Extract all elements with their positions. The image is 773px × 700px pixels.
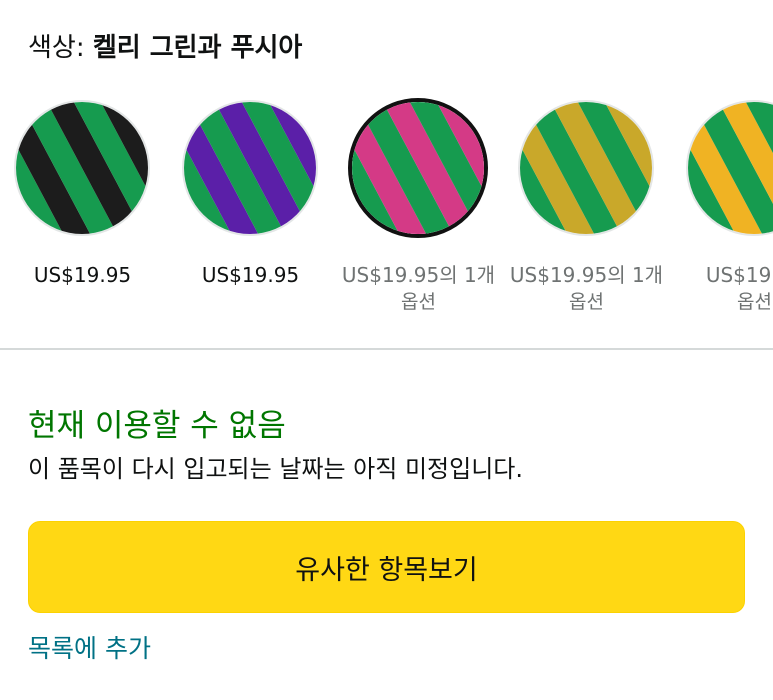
swatch-option-count: 옵션	[401, 291, 436, 313]
swatch-option-count: 옵션	[569, 291, 604, 313]
section-divider	[0, 348, 773, 350]
striped-tie-image	[688, 102, 773, 234]
availability-status: 현재 이용할 수 없음	[28, 408, 286, 444]
swatch-price: US$19.95의 1개	[509, 263, 664, 287]
view-similar-items-button[interactable]: 유사한 항목보기	[28, 521, 745, 613]
swatch-price: US$19.95의 1개	[341, 263, 496, 287]
add-to-list-link[interactable]: 목록에 추가	[28, 630, 151, 668]
striped-tie-image	[184, 102, 316, 234]
color-swatch-kelly-green-purple[interactable]: US$19.95	[168, 95, 333, 320]
swatch-price: US$19.95	[201, 263, 300, 287]
color-swatch-carousel[interactable]: US$19.95 US$19.95 US$19.95의 1개 옵션 US$19.95의 …	[0, 95, 773, 325]
striped-tie-image	[352, 102, 484, 234]
color-label: 색상:	[28, 33, 85, 63]
striped-tie-image	[520, 102, 652, 234]
swatch-image	[182, 100, 318, 236]
swatch-price: US$19.95	[705, 263, 773, 287]
color-swatch-kelly-green-black[interactable]: US$19.95	[0, 95, 165, 320]
color-swatch-kelly-green-fuchsia[interactable]: US$19.95의 1개옵션	[336, 95, 501, 320]
striped-tie-image	[16, 102, 148, 234]
swatch-image	[686, 100, 773, 236]
color-selection-header: 색상: 켈리 그린과 푸시아	[28, 30, 302, 66]
color-swatch-kelly-green-yellow[interactable]: US$19.95 옵션	[672, 95, 773, 320]
swatch-option-count: 옵션	[737, 291, 772, 313]
selected-color-value: 켈리 그린과 푸시아	[92, 33, 303, 63]
swatch-image	[14, 100, 150, 236]
swatch-image	[518, 100, 654, 236]
swatch-image	[348, 98, 488, 238]
color-swatch-kelly-green-gold[interactable]: US$19.95의 1개옵션	[504, 95, 669, 320]
swatch-price: US$19.95	[33, 263, 132, 287]
availability-description: 이 품목이 다시 입고되는 날짜는 아직 미정입니다.	[28, 455, 524, 483]
